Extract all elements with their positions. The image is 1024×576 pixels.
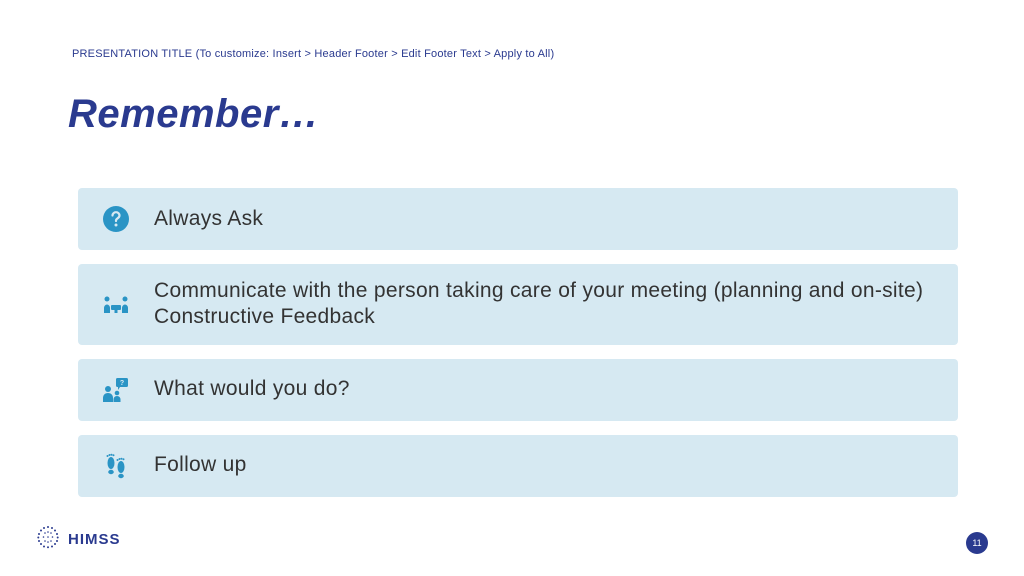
list-item-label: Follow up <box>154 452 247 478</box>
slide-title: Remember… <box>68 92 319 137</box>
page-number: 11 <box>966 532 988 554</box>
header-footer-text: PRESENTATION TITLE (To customize: Insert… <box>72 48 554 60</box>
himss-globe-icon <box>36 525 60 554</box>
list-item-label: Communicate with the person taking care … <box>154 278 940 331</box>
svg-text:?: ? <box>120 380 124 387</box>
brand-logo: HIMSS <box>36 525 121 554</box>
list-item-label: What would you do? <box>154 376 350 402</box>
list-item: Communicate with the person taking care … <box>78 264 958 345</box>
list-item: Follow up <box>78 435 958 497</box>
question-circle-icon <box>96 205 136 233</box>
people-talk-icon <box>96 293 136 315</box>
bullet-list: Always Ask Communicate with the person t… <box>78 188 958 511</box>
list-item: ? What would you do? <box>78 359 958 421</box>
list-item: Always Ask <box>78 188 958 250</box>
footprints-icon <box>96 452 136 480</box>
slide: PRESENTATION TITLE (To customize: Insert… <box>0 0 1024 576</box>
brand-logo-text: HIMSS <box>68 531 121 548</box>
ask-audience-icon: ? <box>96 378 136 402</box>
list-item-label: Always Ask <box>154 206 263 232</box>
